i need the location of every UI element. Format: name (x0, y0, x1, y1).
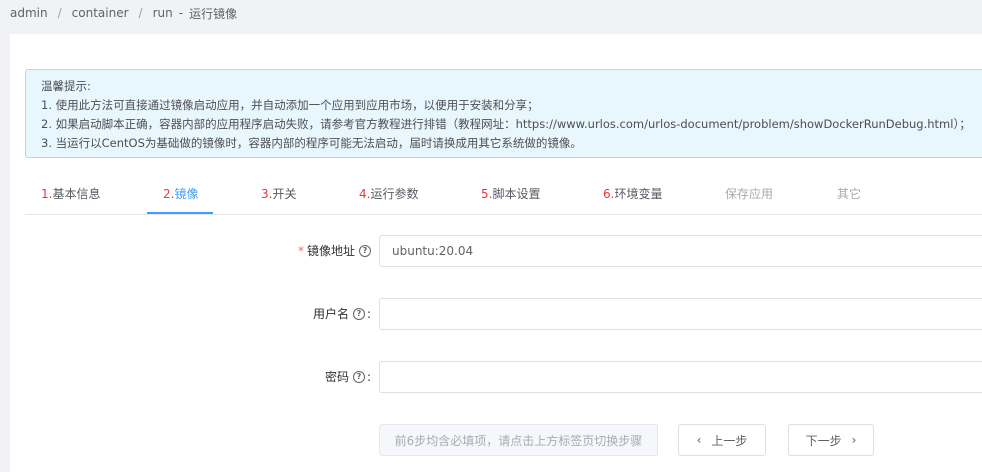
help-icon[interactable]: ? (359, 245, 371, 257)
form-row-password: 密码 ? : (10, 361, 982, 393)
prev-step-button[interactable]: ‹ 上一步 (678, 424, 766, 456)
chevron-right-icon: › (851, 433, 857, 447)
tab-label: 保存应用 (725, 187, 774, 201)
tab-number: 6. (603, 187, 615, 201)
breadcrumb-current: 运行镜像 (189, 6, 238, 21)
prev-step-label: 上一步 (711, 433, 748, 448)
image-address-label-text: 镜像地址 (306, 244, 355, 258)
tab-image[interactable]: 2.镜像 (163, 174, 198, 214)
alert-line-1: 1. 使用此方法可直接通过镜像启动应用，并自动添加一个应用到应用市场，以便用于安… (41, 98, 539, 112)
steps-hint-label: 前6步均含必填项，请点击上方标签页切换步骤 (394, 433, 643, 448)
password-input[interactable] (379, 361, 982, 393)
step-tabs: 1.基本信息 2.镜像 3.开关 4.运行参数 5.脚本设置 6.环境变量 保存… (25, 174, 982, 215)
alert-title: 温馨提示: (41, 79, 91, 93)
tab-script-settings[interactable]: 5.脚本设置 (481, 174, 540, 214)
tab-env-vars[interactable]: 6.环境变量 (603, 174, 662, 214)
tab-number: 5. (481, 187, 493, 201)
breadcrumb-item-admin[interactable]: admin (10, 6, 48, 20)
username-input[interactable] (379, 298, 982, 330)
label-colon: : (366, 307, 371, 321)
breadcrumb-separator: / (138, 6, 143, 20)
password-label-text: 密码 (324, 370, 349, 384)
tab-label: 脚本设置 (492, 187, 541, 201)
chevron-left-icon: ‹ (696, 433, 702, 447)
alert-line-3: 3. 当运行以CentOS为基础做的镜像时，容器内部的程序可能无法启动，届时请换… (41, 136, 582, 150)
steps-hint-button[interactable]: 前6步均含必填项，请点击上方标签页切换步骤 (379, 424, 658, 456)
alert-line-2: 2. 如果启动脚本正确，容器内部的应用程序启动失败，请参考官方教程进行排错（教程… (41, 117, 971, 131)
active-tab-indicator (147, 212, 213, 214)
tab-number: 1. (41, 187, 53, 201)
password-label: 密码 ? : (325, 361, 371, 393)
breadcrumb-item-container[interactable]: container (72, 6, 129, 20)
username-label-text: 用户名 (312, 307, 349, 321)
image-address-input[interactable] (379, 235, 982, 267)
tab-label: 基本信息 (52, 187, 101, 201)
tab-basic-info[interactable]: 1.基本信息 (41, 174, 100, 214)
tab-switch[interactable]: 3.开关 (261, 174, 296, 214)
breadcrumb: admin / container / run - 运行镜像 (10, 5, 237, 21)
breadcrumb-item-run: run (152, 6, 173, 20)
tips-alert: 温馨提示: 1. 使用此方法可直接通过镜像启动应用，并自动添加一个应用到应用市场… (25, 69, 982, 158)
tab-label: 其它 (837, 187, 862, 201)
tab-label: 环境变量 (614, 187, 663, 201)
required-mark: * (297, 244, 304, 258)
next-step-button[interactable]: 下一步 › (788, 424, 874, 456)
tab-save-app[interactable]: 保存应用 (725, 174, 773, 214)
label-colon: : (366, 370, 371, 384)
username-label: 用户名 ? : (313, 298, 371, 330)
help-icon[interactable]: ? (352, 371, 365, 383)
tab-number: 2. (163, 187, 175, 201)
tab-other[interactable]: 其它 (837, 174, 861, 214)
help-icon[interactable]: ? (352, 308, 365, 320)
tab-label: 开关 (272, 187, 297, 201)
breadcrumb-dash: - (178, 6, 184, 20)
breadcrumb-separator: / (57, 6, 62, 20)
tab-run-params[interactable]: 4.运行参数 (359, 174, 418, 214)
tab-number: 3. (261, 187, 273, 201)
tab-label: 镜像 (174, 187, 199, 201)
image-address-label: * 镜像地址 ? (298, 235, 371, 267)
tab-label: 运行参数 (370, 187, 419, 201)
tab-number: 4. (359, 187, 371, 201)
next-step-label: 下一步 (805, 433, 842, 448)
main-card: 温馨提示: 1. 使用此方法可直接通过镜像启动应用，并自动添加一个应用到应用市场… (10, 34, 982, 472)
form-row-image: * 镜像地址 ? (10, 235, 982, 267)
form-row-username: 用户名 ? : (10, 298, 982, 330)
